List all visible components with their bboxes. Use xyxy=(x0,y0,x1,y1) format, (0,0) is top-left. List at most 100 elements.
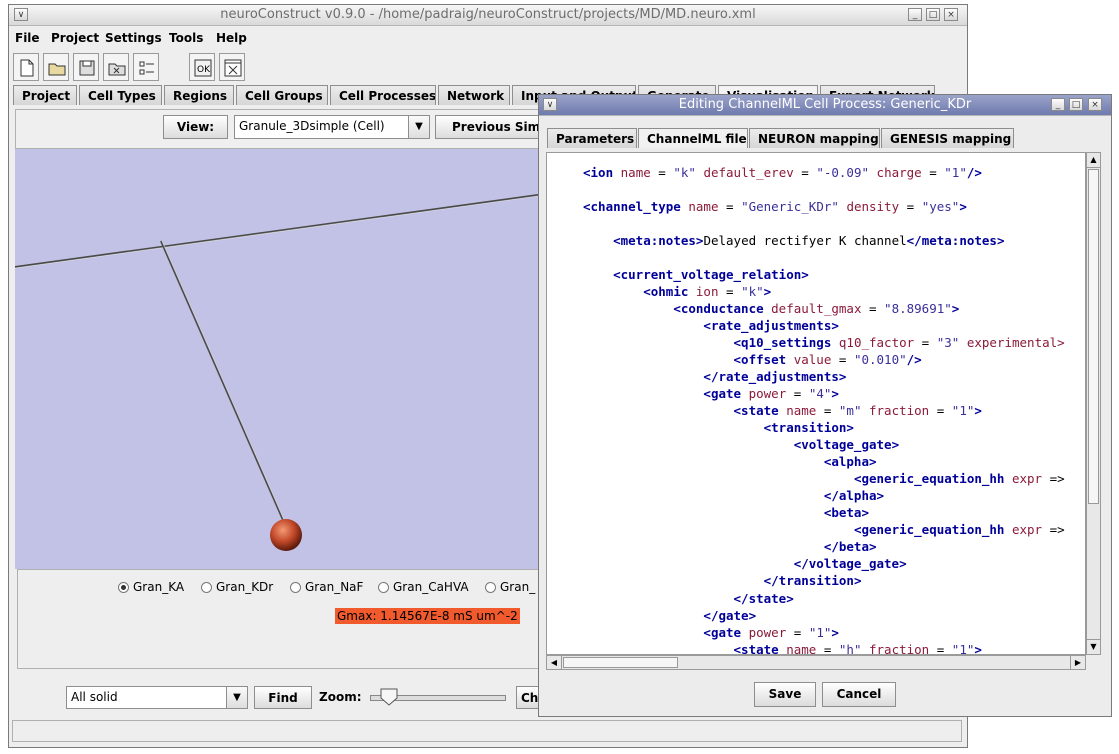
minimize-icon[interactable]: _ xyxy=(908,8,922,21)
cancel-button[interactable]: Cancel xyxy=(822,682,896,707)
radio-gran-more[interactable]: Gran_ xyxy=(485,580,535,594)
zoom-slider-thumb[interactable] xyxy=(379,688,399,706)
code-line: <state name = "m" fraction = "1"> xyxy=(733,403,982,419)
tab-network[interactable]: Network xyxy=(438,85,510,105)
code-line: <voltage_gate> xyxy=(793,437,900,453)
maximize-icon[interactable]: □ xyxy=(926,8,940,21)
code-line: </voltage_gate> xyxy=(793,556,907,572)
radio-icon xyxy=(485,582,496,593)
soma xyxy=(270,519,302,551)
radio-icon xyxy=(378,582,389,593)
code-line: </alpha> xyxy=(823,488,885,504)
menu-project[interactable]: Project xyxy=(51,31,99,45)
horizontal-scrollbar[interactable]: ◀ ▶ xyxy=(546,655,1086,670)
axon-highlight xyxy=(161,240,289,530)
tab-cell-groups[interactable]: Cell Groups xyxy=(236,85,328,105)
open-project-icon[interactable] xyxy=(43,53,69,81)
tab-cell-types[interactable]: Cell Types xyxy=(79,85,162,105)
code-line: <q10_settings q10_factor = "3" experimen… xyxy=(733,335,1065,351)
tab-parameters[interactable]: Parameters xyxy=(547,128,637,148)
code-line: <generic_equation_hh expr => xyxy=(853,471,1065,487)
radio-gran-naf[interactable]: Gran_NaF xyxy=(290,580,363,594)
tab-neuron-mapping[interactable]: NEURON mapping xyxy=(749,128,880,148)
code-line: <ohmic ion = "k"> xyxy=(643,284,772,300)
window-menu-icon[interactable]: ∨ xyxy=(543,98,557,111)
code-line: <meta:notes>Delayed rectifyer K channel<… xyxy=(613,233,1005,249)
validate-icon[interactable]: OK xyxy=(189,53,215,81)
view-select-value: Granule_3Dsimple (Cell) xyxy=(239,119,385,133)
find-button[interactable]: Find xyxy=(254,686,312,709)
scroll-right-icon[interactable]: ▶ xyxy=(1070,656,1085,669)
menu-settings[interactable]: Settings xyxy=(105,31,162,45)
code-line: <gate power = "4"> xyxy=(703,386,839,402)
radio-icon xyxy=(290,582,301,593)
dialog-tabs: Parameters ChannelML file NEURON mapping… xyxy=(547,128,1107,148)
close-window-icon[interactable]: × xyxy=(944,8,958,21)
main-titlebar[interactable]: neuroConstruct v0.9.0 - /home/padraig/ne… xyxy=(9,5,967,26)
radio-selected-icon xyxy=(118,582,129,593)
scroll-thumb[interactable] xyxy=(1088,169,1099,504)
svg-text:OK: OK xyxy=(197,65,211,75)
tab-cell-processes[interactable]: Cell Processes xyxy=(330,85,436,105)
code-line: <alpha> xyxy=(823,454,877,470)
tab-project[interactable]: Project xyxy=(13,85,77,105)
radio-label: Gran_KA xyxy=(133,580,185,594)
code-line: <gate power = "1"> xyxy=(703,624,839,640)
code-line: <offset value = "0.010"/> xyxy=(733,352,922,368)
code-line: <state name = "h" fraction = "1"> xyxy=(733,641,982,655)
scroll-left-icon[interactable]: ◀ xyxy=(547,656,562,669)
chevron-down-icon[interactable]: ▼ xyxy=(408,116,429,138)
code-line: <channel_type name = "Generic_KDr" densi… xyxy=(583,199,967,215)
radio-gran-ka[interactable]: Gran_KA xyxy=(118,580,184,594)
code-line: </state> xyxy=(733,590,794,606)
menu-bar: File Project Settings Tools Help xyxy=(9,27,967,49)
new-project-icon[interactable] xyxy=(13,53,39,81)
display-mode-select[interactable]: All solid ▼ xyxy=(66,686,248,709)
code-line: <ion name = "k" default_erev = "-0.09" c… xyxy=(583,165,982,180)
scroll-up-icon[interactable]: ▲ xyxy=(1087,153,1100,168)
minimize-icon[interactable]: _ xyxy=(1051,98,1065,111)
radio-label: Gran_CaHVA xyxy=(393,580,469,594)
previous-sim-button[interactable]: Previous Simu xyxy=(435,115,555,139)
chevron-down-icon[interactable]: ▼ xyxy=(226,687,247,708)
dialog-title: Editing ChannelML Cell Process: Generic_… xyxy=(678,97,972,112)
code-line: </transition> xyxy=(763,573,862,589)
main-window-title: neuroConstruct v0.9.0 - /home/padraig/ne… xyxy=(220,7,756,22)
maximize-icon[interactable]: □ xyxy=(1069,98,1083,111)
channelml-code-editor[interactable]: <ion name = "k" default_erev = "-0.09" c… xyxy=(546,152,1086,655)
radio-gran-kdr[interactable]: Gran_KDr xyxy=(201,580,273,594)
radio-label: Gran_ xyxy=(500,580,536,594)
view-select[interactable]: Granule_3Dsimple (Cell) ▼ xyxy=(234,115,430,139)
options-icon[interactable] xyxy=(133,53,159,81)
code-line: <conductance default_gmax = "8.89691"> xyxy=(673,301,960,317)
tab-regions[interactable]: Regions xyxy=(164,85,234,105)
save-button[interactable]: Save xyxy=(754,682,816,707)
zoom-label: Zoom: xyxy=(319,690,362,704)
window-menu-icon[interactable]: ∨ xyxy=(14,8,28,21)
tab-genesis-mapping[interactable]: GENESIS mapping xyxy=(881,128,1014,148)
scroll-down-icon[interactable]: ▼ xyxy=(1087,639,1100,654)
code-line: <rate_adjustments> xyxy=(703,318,839,334)
close-icon[interactable] xyxy=(219,53,245,81)
close-window-icon[interactable]: × xyxy=(1088,98,1102,111)
vertical-scrollbar[interactable]: ▲ ▼ xyxy=(1086,152,1101,655)
axon xyxy=(160,240,288,530)
code-line: </rate_adjustments> xyxy=(703,369,847,385)
code-line: </gate> xyxy=(703,607,757,623)
view-button[interactable]: View: xyxy=(163,115,228,139)
menu-file[interactable]: File xyxy=(15,31,40,45)
code-line: <transition> xyxy=(763,420,854,436)
menu-help[interactable]: Help xyxy=(216,31,247,45)
zoom-slider[interactable] xyxy=(370,688,506,708)
scroll-thumb[interactable] xyxy=(563,657,678,668)
status-bar xyxy=(12,720,962,742)
code-line: <current_voltage_relation> xyxy=(613,267,809,283)
tab-channelml-file[interactable]: ChannelML file xyxy=(638,128,748,148)
menu-tools[interactable]: Tools xyxy=(169,31,203,45)
close-project-icon[interactable] xyxy=(103,53,129,81)
radio-label: Gran_NaF xyxy=(305,580,364,594)
radio-gran-cahva[interactable]: Gran_CaHVA xyxy=(378,580,469,594)
radio-icon xyxy=(201,582,212,593)
save-project-icon[interactable] xyxy=(73,53,99,81)
dialog-titlebar[interactable]: Editing ChannelML Cell Process: Generic_… xyxy=(539,95,1111,116)
